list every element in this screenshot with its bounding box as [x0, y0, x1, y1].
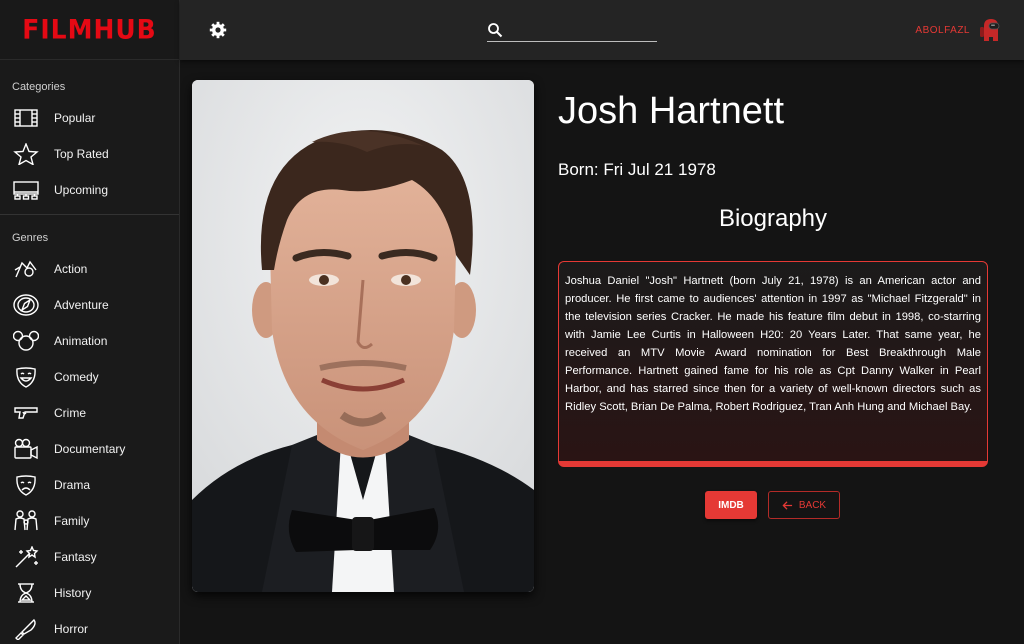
sidebar-item-animation[interactable]: Animation	[0, 323, 179, 359]
app-logo[interactable]: FILMHUB	[22, 14, 156, 44]
search-bar	[487, 18, 657, 42]
genres-title: Genres	[12, 232, 49, 244]
sidebar-item-upcoming[interactable]: Upcoming	[0, 172, 179, 208]
settings-button[interactable]	[208, 20, 228, 40]
sidebar-item-drama[interactable]: Drama	[0, 467, 179, 503]
comedy-mask-icon	[12, 365, 40, 389]
sidebar-item-crime[interactable]: Crime	[0, 395, 179, 431]
drama-mask-icon	[12, 473, 40, 497]
search-icon[interactable]	[487, 22, 503, 38]
imdb-button[interactable]: IMDB	[705, 491, 757, 519]
monitor-icon	[12, 178, 40, 202]
sidebar-item-popular[interactable]: Popular	[0, 100, 179, 136]
sidebar-item-label: Adventure	[54, 298, 109, 312]
search-input[interactable]	[507, 20, 655, 40]
sidebar-item-label: Drama	[54, 478, 91, 492]
sidebar-item-comedy[interactable]: Comedy	[0, 359, 179, 395]
biography-heading: Biography	[718, 205, 828, 232]
avatar[interactable]	[978, 17, 1002, 43]
top-header: ABOLFAZL	[180, 0, 1024, 60]
portrait-image	[192, 80, 534, 592]
sidebar-item-label: Crime	[54, 406, 86, 420]
sidebar-item-label: Documentary	[54, 442, 126, 456]
sidebar-item-adventure[interactable]: Adventure	[0, 287, 179, 323]
sidebar-item-top-rated[interactable]: Top Rated	[0, 136, 179, 172]
user-menu[interactable]: ABOLFAZL	[915, 17, 1002, 43]
sidebar-item-action[interactable]: Action	[0, 251, 179, 287]
sidebar-item-documentary[interactable]: Documentary	[0, 431, 179, 467]
film-strip-icon	[12, 106, 40, 130]
back-button[interactable]: BACK	[768, 491, 840, 519]
knife-icon	[12, 617, 40, 641]
back-button-label: BACK	[798, 499, 827, 511]
sidebar-item-fantasy[interactable]: Fantasy	[0, 539, 179, 575]
sidebar: FILMHUB Categories Popular Top Rated Upc…	[0, 0, 180, 644]
action-icon	[12, 257, 40, 281]
sidebar-item-horror[interactable]: Horror	[0, 611, 179, 644]
family-icon	[12, 509, 40, 533]
person-name: Josh Hartnett	[558, 90, 784, 132]
categories-title: Categories	[12, 81, 66, 93]
biography-text: Joshua Daniel "Josh" Hartnett (born July…	[565, 275, 981, 413]
arrow-left-icon	[782, 500, 792, 510]
hourglass-icon	[12, 581, 40, 605]
mouse-ears-icon	[12, 329, 40, 353]
gun-icon	[12, 401, 40, 425]
sidebar-item-label: Popular	[54, 111, 96, 125]
sidebar-item-label: Upcoming	[54, 183, 109, 197]
sidebar-item-label: Horror	[54, 622, 89, 636]
sidebar-item-label: Top Rated	[54, 147, 109, 161]
birth-date: Born: Fri Jul 21 1978	[558, 160, 716, 179]
camera-icon	[12, 437, 40, 461]
sidebar-item-label: Family	[54, 514, 90, 528]
sidebar-item-label: Animation	[54, 334, 108, 348]
magic-wand-icon	[12, 545, 40, 569]
sidebar-item-label: History	[54, 586, 92, 600]
username[interactable]: ABOLFAZL	[915, 25, 970, 36]
biography-box: Joshua Daniel "Josh" Hartnett (born July…	[558, 261, 988, 467]
sidebar-item-label: Fantasy	[54, 550, 97, 564]
sidebar-item-label: Action	[54, 262, 88, 276]
sidebar-item-family[interactable]: Family	[0, 503, 179, 539]
star-icon	[12, 142, 40, 166]
sidebar-item-label: Comedy	[54, 370, 99, 384]
gear-icon	[209, 21, 227, 39]
compass-icon	[12, 293, 40, 317]
sidebar-divider	[0, 214, 179, 215]
sidebar-item-history[interactable]: History	[0, 575, 179, 611]
logo-container[interactable]: FILMHUB	[0, 0, 179, 60]
person-photo	[192, 80, 534, 592]
